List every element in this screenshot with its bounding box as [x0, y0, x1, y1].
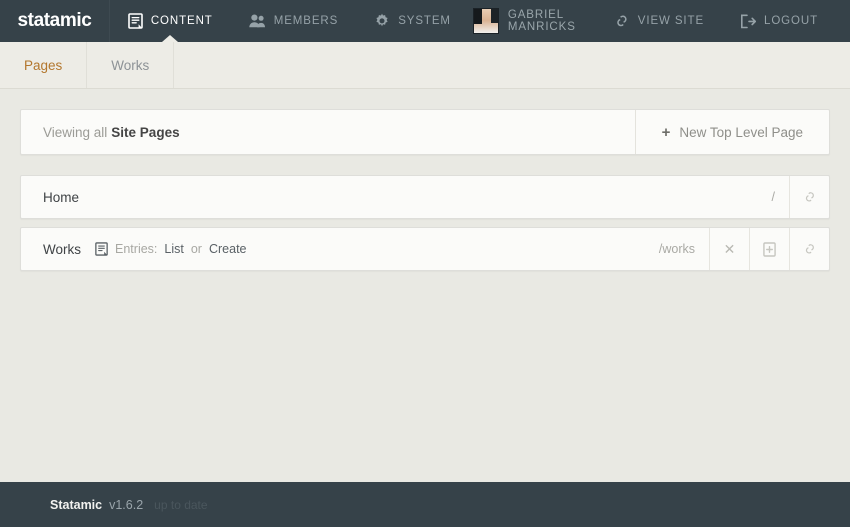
gear-icon: [374, 13, 390, 29]
document-icon: [128, 13, 143, 29]
link-icon[interactable]: [789, 228, 829, 270]
page-url: /works: [658, 242, 695, 256]
top-nav-right: GABRIEL MANRICKS VIEW SITE LOGOUT: [469, 0, 850, 42]
page-url: /: [771, 190, 775, 204]
footer: Statamic v1.6.2 up to date: [0, 482, 850, 527]
top-navigation-bar: statamic CONTENT MEMBERS SYSTEM GABRIEL …: [0, 0, 850, 42]
users-icon: [249, 14, 266, 28]
logo[interactable]: statamic: [0, 0, 110, 42]
add-page-icon[interactable]: [749, 228, 789, 270]
logo-text: statamic: [17, 10, 92, 31]
entries-label: Entries:: [115, 242, 158, 256]
page-row-home-title-cell[interactable]: Home: [21, 176, 758, 218]
active-nav-pointer: [162, 35, 179, 42]
secondary-navigation: Pages Works: [0, 42, 850, 89]
link-icon: [614, 13, 630, 29]
nav-item-members[interactable]: MEMBERS: [231, 0, 356, 42]
avatar: [472, 8, 499, 34]
app-root: statamic CONTENT MEMBERS SYSTEM GABRIEL …: [0, 0, 850, 527]
close-icon[interactable]: ✕: [709, 228, 749, 270]
footer-update-status: up to date: [154, 497, 208, 512]
document-icon: [95, 242, 108, 256]
page-row-works-title-cell[interactable]: Works Entries: List or Create: [21, 228, 645, 270]
nav-item-content[interactable]: CONTENT: [110, 0, 231, 42]
close-glyph: ✕: [723, 241, 736, 257]
tab-works[interactable]: Works: [87, 42, 175, 88]
table-row: Home /: [20, 175, 830, 219]
view-site-button[interactable]: VIEW SITE: [596, 0, 722, 42]
tab-works-label: Works: [111, 57, 150, 73]
footer-version: v1.6.2: [109, 497, 144, 512]
new-top-level-page-button[interactable]: + New Top Level Page: [636, 110, 829, 154]
nav-item-system-label: SYSTEM: [398, 15, 451, 27]
logout-label: LOGOUT: [764, 15, 818, 27]
viewing-bar: Viewing all Site Pages + New Top Level P…: [20, 109, 830, 155]
entries-list-link[interactable]: List: [164, 242, 183, 256]
link-icon[interactable]: [789, 176, 829, 218]
footer-app-name: Statamic: [50, 497, 103, 512]
page-title: Works: [43, 241, 82, 257]
new-top-level-page-label: New Top Level Page: [679, 124, 803, 140]
plus-icon: +: [661, 123, 671, 141]
primary-nav-items: CONTENT MEMBERS SYSTEM: [110, 0, 469, 42]
user-name: GABRIEL MANRICKS: [507, 9, 576, 33]
nav-item-system[interactable]: SYSTEM: [356, 0, 469, 42]
page-title: Home: [43, 189, 80, 205]
table-row: Works Entries: List or Create /works ✕: [20, 227, 830, 271]
tab-pages-label: Pages: [24, 57, 63, 73]
view-site-label: VIEW SITE: [637, 15, 705, 27]
logout-button[interactable]: LOGOUT: [722, 0, 836, 42]
entries-group: Entries: List or Create: [95, 242, 247, 256]
nav-item-members-label: MEMBERS: [273, 15, 339, 27]
user-menu[interactable]: GABRIEL MANRICKS: [469, 0, 596, 42]
entries-create-link[interactable]: Create: [209, 242, 247, 256]
viewing-prefix: Viewing all: [43, 124, 108, 140]
main-content: Viewing all Site Pages + New Top Level P…: [0, 89, 850, 482]
viewing-target: Site Pages: [111, 124, 180, 140]
nav-item-content-label: CONTENT: [150, 15, 213, 27]
entries-separator: or: [190, 242, 202, 256]
tab-pages[interactable]: Pages: [0, 42, 88, 88]
viewing-label: Viewing all Site Pages: [21, 110, 636, 154]
logout-icon: [740, 14, 757, 29]
